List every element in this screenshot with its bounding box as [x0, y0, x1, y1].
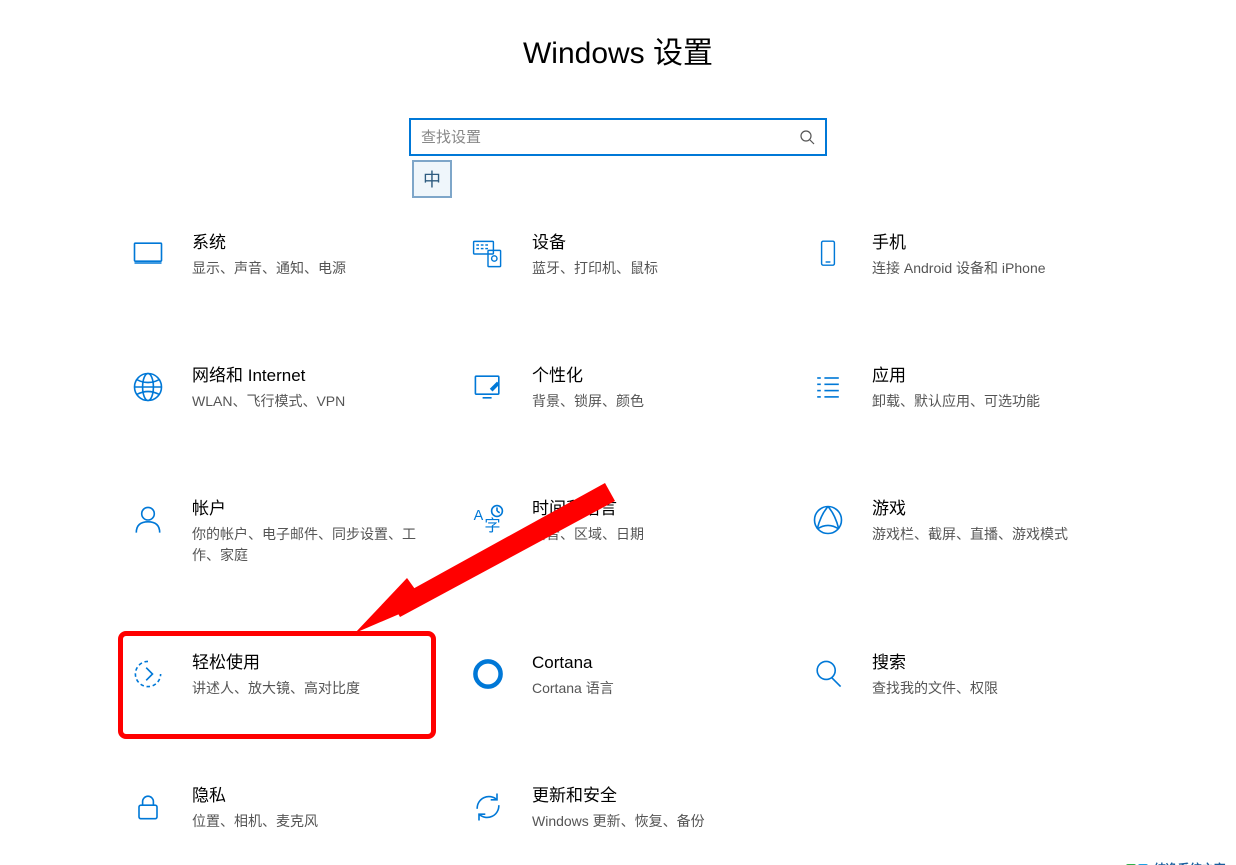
tile-time-language[interactable]: A 字 时间和语言 语音、区域、日期 [458, 498, 778, 566]
tile-title: 轻松使用 [192, 652, 360, 674]
tile-title: 系统 [192, 232, 346, 254]
tile-gaming[interactable]: 游戏 游戏栏、截屏、直播、游戏模式 [798, 498, 1118, 566]
tile-ease-of-access[interactable]: 轻松使用 讲述人、放大镜、高对比度 [118, 652, 438, 699]
network-icon [128, 367, 168, 407]
tile-desc: 你的帐户、电子邮件、同步设置、工作、家庭 [192, 524, 432, 566]
ease-of-access-icon [128, 654, 168, 694]
tile-title: 时间和语言 [532, 498, 644, 520]
tile-title: 帐户 [192, 498, 432, 520]
tile-title: 手机 [872, 232, 1046, 254]
gaming-icon [808, 500, 848, 540]
tile-phone[interactable]: 手机 连接 Android 设备和 iPhone [798, 232, 1118, 279]
tile-title: Cortana [532, 652, 614, 674]
tile-desc: 卸载、默认应用、可选功能 [872, 391, 1040, 412]
system-icon [128, 234, 168, 274]
search-tile-icon [808, 654, 848, 694]
search-icon [799, 129, 815, 145]
tile-devices[interactable]: 设备 蓝牙、打印机、鼠标 [458, 232, 778, 279]
tile-update[interactable]: 更新和安全 Windows 更新、恢复、备份 [458, 785, 778, 832]
tile-personalization[interactable]: 个性化 背景、锁屏、颜色 [458, 365, 778, 412]
time-language-icon: A 字 [468, 500, 508, 540]
cortana-icon [468, 654, 508, 694]
tile-network[interactable]: 网络和 Internet WLAN、飞行模式、VPN [118, 365, 438, 412]
svg-text:A: A [474, 508, 484, 524]
tile-desc: 游戏栏、截屏、直播、游戏模式 [872, 524, 1068, 545]
phone-icon [808, 234, 848, 274]
tile-title: 网络和 Internet [192, 365, 345, 387]
accounts-icon [128, 500, 168, 540]
tile-accounts[interactable]: 帐户 你的帐户、电子邮件、同步设置、工作、家庭 [118, 498, 438, 566]
tile-apps[interactable]: 应用 卸载、默认应用、可选功能 [798, 365, 1118, 412]
tile-system[interactable]: 系统 显示、声音、通知、电源 [118, 232, 438, 279]
tile-title: 应用 [872, 365, 1040, 387]
tile-title: 游戏 [872, 498, 1068, 520]
svg-text:字: 字 [484, 517, 500, 535]
tile-desc: 语音、区域、日期 [532, 524, 644, 545]
tile-desc: 蓝牙、打印机、鼠标 [532, 258, 658, 279]
tile-desc: 查找我的文件、权限 [872, 678, 998, 699]
tile-desc: 讲述人、放大镜、高对比度 [192, 678, 360, 699]
tile-search[interactable]: 搜索 查找我的文件、权限 [798, 652, 1118, 699]
settings-grid: 系统 显示、声音、通知、电源 设备 蓝牙、打印机、鼠标 手机 连接 [118, 232, 1118, 832]
tile-privacy[interactable]: 隐私 位置、相机、麦克风 [118, 785, 438, 832]
tile-title: 隐私 [192, 785, 318, 807]
tile-desc: Cortana 语言 [532, 678, 614, 699]
tile-title: 个性化 [532, 365, 644, 387]
ime-indicator: 中 [412, 160, 452, 198]
personalization-icon [468, 367, 508, 407]
tile-title: 设备 [532, 232, 658, 254]
tile-desc: WLAN、飞行模式、VPN [192, 391, 345, 412]
tile-title: 搜索 [872, 652, 998, 674]
apps-icon [808, 367, 848, 407]
page-title: Windows 设置 [0, 28, 1236, 72]
search-box[interactable] [409, 118, 827, 156]
tile-cortana[interactable]: Cortana Cortana 语言 [458, 652, 778, 699]
devices-icon [468, 234, 508, 274]
privacy-icon [128, 787, 168, 827]
tile-desc: 连接 Android 设备和 iPhone [872, 258, 1046, 279]
tile-title: 更新和安全 [532, 785, 705, 807]
tile-desc: 背景、锁屏、颜色 [532, 391, 644, 412]
tile-desc: Windows 更新、恢复、备份 [532, 811, 705, 832]
search-input[interactable] [421, 129, 799, 146]
update-icon [468, 787, 508, 827]
tile-desc: 位置、相机、麦克风 [192, 811, 318, 832]
tile-desc: 显示、声音、通知、电源 [192, 258, 346, 279]
